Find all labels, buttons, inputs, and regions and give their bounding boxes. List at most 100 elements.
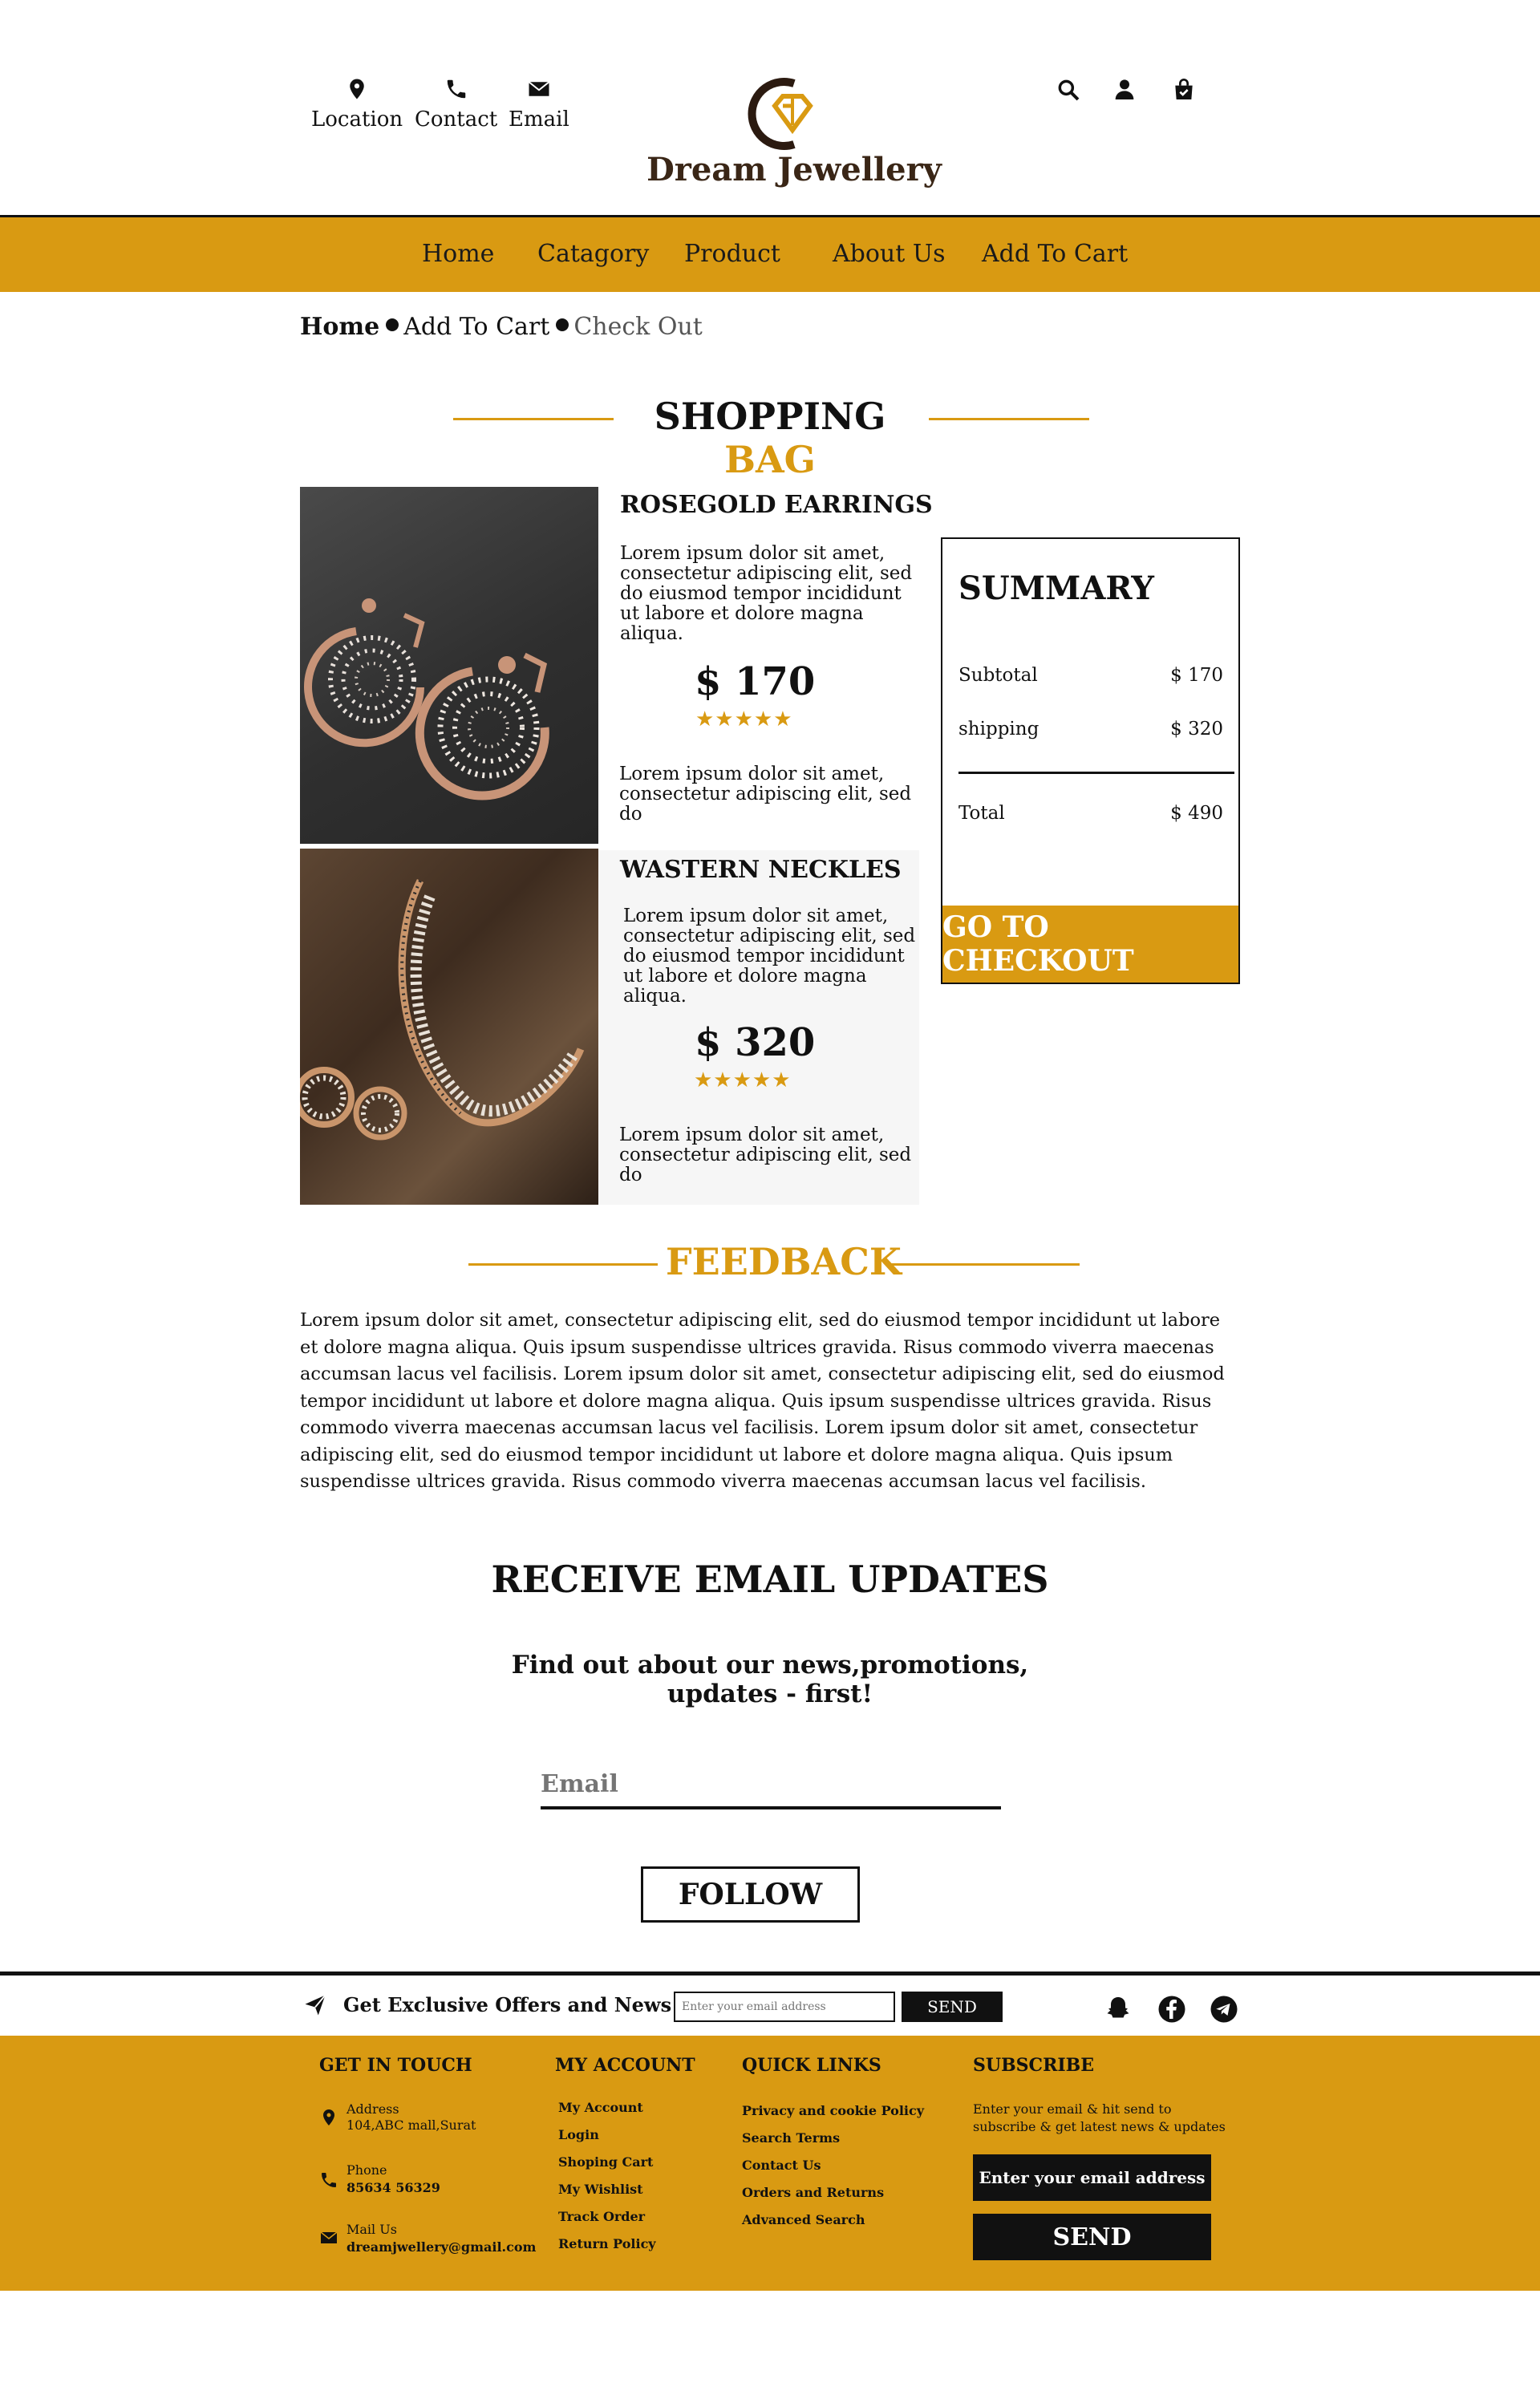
location-label: Location xyxy=(311,107,403,132)
shopping-bag-title: SHOPPING BAG xyxy=(622,395,918,481)
footer-link-shopping-cart[interactable]: Shoping Cart xyxy=(558,2154,653,2170)
nav-category[interactable]: Catagory xyxy=(537,240,649,268)
total-value: $ 490 xyxy=(1170,803,1223,824)
email-updates-subtitle-line2: updates - first! xyxy=(667,1680,873,1708)
telegram-icon[interactable] xyxy=(1210,1995,1238,2024)
map-pin-icon xyxy=(350,79,364,99)
footer-quick-links-title: QUICK LINKS xyxy=(742,2055,881,2076)
brand-name: Dream Jewellery xyxy=(646,151,942,188)
nav-about-us[interactable]: About Us xyxy=(833,240,946,268)
facebook-icon[interactable] xyxy=(1157,1995,1186,2024)
footer: GET IN TOUCH Address 104,ABC mall,Surat … xyxy=(0,2036,1540,2291)
footer-link-my-account[interactable]: My Account xyxy=(558,2100,643,2115)
email-updates-subtitle: Find out about our news,promotions, upda… xyxy=(481,1651,1059,1708)
footer-link-advanced-search[interactable]: Advanced Search xyxy=(742,2212,865,2227)
footer-subscribe-title: SUBSCRIBE xyxy=(973,2055,1095,2076)
go-to-checkout-button[interactable]: GO TO CHECKOUT xyxy=(942,906,1238,983)
offer-text: Get Exclusive Offers and News xyxy=(343,1993,672,2016)
breadcrumb-home[interactable]: Home xyxy=(300,313,379,341)
feedback-title: FEEDBACK xyxy=(666,1240,902,1283)
rating-stars-icon: ★★★★★ xyxy=(695,707,793,731)
top-link-email[interactable]: Email xyxy=(509,77,569,132)
footer-subscribe-text-line2: subscribe & get latest news & updates xyxy=(973,2119,1226,2134)
breadcrumb-add-to-cart[interactable]: Add To Cart xyxy=(403,313,549,341)
summary-shipping-row: shipping $ 320 xyxy=(958,719,1223,740)
shipping-value: $ 320 xyxy=(1170,719,1223,740)
footer-my-account-title: MY ACCOUNT xyxy=(555,2055,695,2076)
footer-mail-value[interactable]: dreamjwellery@gmail.com xyxy=(346,2239,536,2255)
footer-subscribe-text-line1: Enter your email & hit send to xyxy=(973,2101,1172,2117)
product-description-short: Lorem ipsum dolor sit amet, consectetur … xyxy=(619,1125,912,1185)
breadcrumb-separator xyxy=(386,318,399,331)
feedback-rule-left xyxy=(468,1263,658,1266)
product-name[interactable]: WASTERN NECKLES xyxy=(620,856,902,884)
nav-add-to-cart[interactable]: Add To Cart xyxy=(982,240,1128,268)
envelope-icon xyxy=(528,81,549,96)
map-pin-icon xyxy=(323,2109,334,2125)
shopping-bag-title-part2: BAG xyxy=(724,438,816,481)
offer-bar: Get Exclusive Offers and News SEND xyxy=(0,1971,1540,2036)
product-price: $ 170 xyxy=(695,659,816,704)
footer-link-login[interactable]: Login xyxy=(558,2127,599,2142)
user-icon[interactable] xyxy=(1112,77,1137,103)
footer-mail-label: Mail Us xyxy=(346,2222,397,2237)
follow-button[interactable]: FOLLOW xyxy=(641,1866,860,1923)
brand-logo-icon xyxy=(748,78,813,150)
order-summary: SUMMARY Subtotal $ 170 shipping $ 320 To… xyxy=(941,537,1240,984)
breadcrumb: Home Add To Cart Check Out xyxy=(300,313,703,341)
nav-product[interactable]: Product xyxy=(684,240,780,268)
email-updates-title: RECEIVE EMAIL UPDATES xyxy=(491,1558,1049,1601)
nav-home[interactable]: Home xyxy=(422,240,494,268)
footer-phone-value[interactable]: 85634 56329 xyxy=(346,2180,440,2195)
title-rule-left xyxy=(453,418,614,420)
email-label: Email xyxy=(509,107,569,132)
footer-link-track-order[interactable]: Track Order xyxy=(558,2209,645,2224)
product-name[interactable]: ROSEGOLD EARRINGS xyxy=(620,491,933,519)
total-label: Total xyxy=(958,803,1005,824)
breadcrumb-checkout: Check Out xyxy=(573,313,703,341)
offer-email-input[interactable] xyxy=(674,1992,895,2022)
shopping-bag-icon[interactable] xyxy=(1171,77,1197,103)
footer-link-privacy[interactable]: Privacy and cookie Policy xyxy=(742,2103,924,2118)
footer-link-return-policy[interactable]: Return Policy xyxy=(558,2236,656,2251)
footer-subscribe-send-button[interactable]: SEND xyxy=(973,2214,1211,2260)
product-description: Lorem ipsum dolor sit amet, consectetur … xyxy=(623,906,916,1007)
summary-divider xyxy=(958,772,1234,774)
feedback-rule-right xyxy=(890,1263,1080,1266)
phone-icon xyxy=(322,2173,336,2187)
breadcrumb-separator xyxy=(556,318,569,331)
footer-address-value: 104,ABC mall,Surat xyxy=(346,2117,476,2133)
necklace-image[interactable] xyxy=(300,849,598,1205)
product-description-short: Lorem ipsum dolor sit amet, consectetur … xyxy=(619,764,912,825)
envelope-icon xyxy=(320,2231,338,2243)
earrings-image[interactable] xyxy=(300,487,598,844)
footer-link-wishlist[interactable]: My Wishlist xyxy=(558,2182,643,2197)
contact-label: Contact xyxy=(415,107,498,132)
email-updates-subtitle-line1: Find out about our news,promotions, xyxy=(511,1651,1029,1680)
title-rule-right xyxy=(929,418,1089,420)
main-nav: Home Catagory Product About Us Add To Ca… xyxy=(0,215,1540,292)
footer-link-orders-returns[interactable]: Orders and Returns xyxy=(742,2185,884,2200)
top-link-location[interactable]: Location xyxy=(311,77,403,132)
footer-link-contact-us[interactable]: Contact Us xyxy=(742,2158,821,2173)
footer-address-label: Address xyxy=(346,2101,399,2117)
phone-icon xyxy=(447,79,465,99)
subtotal-value: $ 170 xyxy=(1170,665,1223,686)
top-link-contact[interactable]: Contact xyxy=(415,77,497,132)
summary-total-row: Total $ 490 xyxy=(958,803,1223,824)
footer-phone-label: Phone xyxy=(346,2162,387,2178)
product-price: $ 320 xyxy=(695,1020,816,1065)
snapchat-icon[interactable] xyxy=(1104,1995,1133,2024)
footer-link-search-terms[interactable]: Search Terms xyxy=(742,2130,840,2146)
summary-title: SUMMARY xyxy=(958,569,1154,607)
email-input[interactable] xyxy=(541,1761,1001,1809)
paper-plane-icon xyxy=(305,1994,326,2016)
footer-subscribe-email-input[interactable]: Enter your email address xyxy=(973,2154,1211,2201)
rating-stars-icon: ★★★★★ xyxy=(694,1068,792,1092)
product-description: Lorem ipsum dolor sit amet, consectetur … xyxy=(620,543,913,644)
subtotal-label: Subtotal xyxy=(958,665,1038,686)
offer-send-button[interactable]: SEND xyxy=(902,1992,1003,2022)
shipping-label: shipping xyxy=(958,719,1040,740)
search-icon[interactable] xyxy=(1056,77,1081,103)
footer-get-in-touch-title: GET IN TOUCH xyxy=(319,2055,472,2076)
